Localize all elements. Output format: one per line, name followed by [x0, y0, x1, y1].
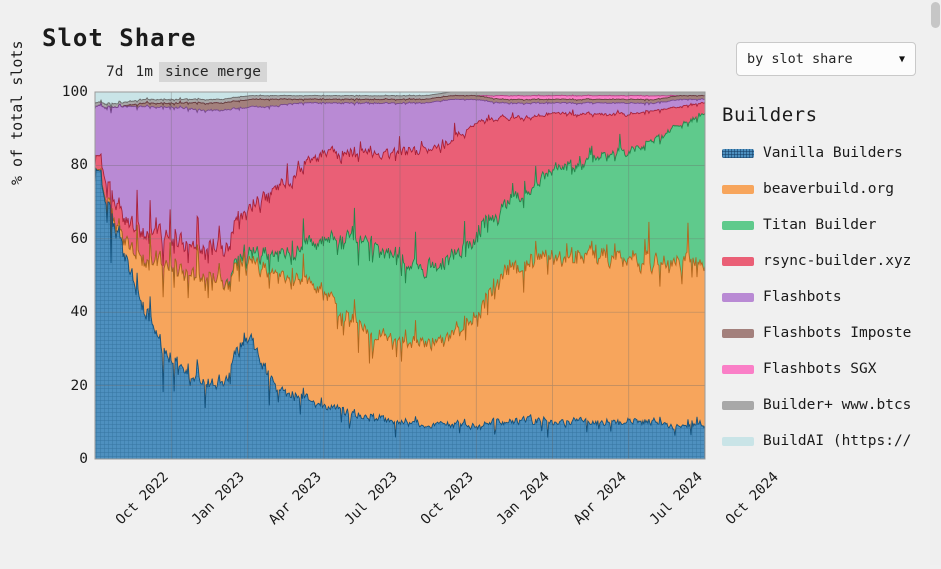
legend: Builders Vanilla Builders beaverbuild.org… — [722, 104, 941, 459]
legend-item[interactable]: Flashbots SGX — [722, 351, 941, 387]
x-axis-tick-label: Apr 2024 — [570, 469, 630, 528]
legend-item[interactable]: Builder+ www.btcs — [722, 387, 941, 423]
legend-rows: Vanilla Builders beaverbuild.org Titan Bui… — [722, 135, 941, 459]
scrollbar-thumb[interactable] — [931, 2, 940, 28]
x-axis-tick-label: Jul 2024 — [646, 469, 706, 528]
legend-swatch — [722, 220, 754, 230]
legend-item-label: Flashbots — [763, 289, 842, 305]
x-axis-tick-label: Apr 2023 — [265, 469, 325, 528]
slot-share-page: Slot Share 7d 1m since merge by slot sha… — [0, 0, 941, 565]
x-axis-tick-label: Oct 2024 — [722, 469, 782, 528]
legend-item[interactable]: Flashbots — [722, 279, 941, 315]
legend-item-label: beaverbuild.org — [763, 181, 894, 197]
legend-swatch — [722, 364, 754, 374]
legend-item[interactable]: Vanilla Builders — [722, 135, 941, 171]
legend-item-label: BuildAI (https:// — [763, 433, 912, 449]
legend-swatch — [722, 292, 754, 302]
x-axis-tick-label: Oct 2023 — [417, 469, 477, 528]
legend-swatch — [722, 184, 754, 194]
legend-item[interactable]: rsync-builder.xyz — [722, 243, 941, 279]
legend-item[interactable]: beaverbuild.org — [722, 171, 941, 207]
legend-item[interactable]: Titan Builder — [722, 207, 941, 243]
legend-swatch — [722, 148, 754, 158]
legend-item-label: rsync-builder.xyz — [763, 253, 912, 269]
legend-item[interactable]: BuildAI (https:// — [722, 423, 941, 459]
legend-item-label: Builder+ www.btcs — [763, 397, 912, 413]
legend-item-label: Vanilla Builders — [763, 145, 903, 161]
page-scrollbar[interactable] — [930, 0, 941, 565]
legend-swatch — [722, 328, 754, 338]
legend-item-label: Flashbots Imposte — [763, 325, 912, 341]
x-axis-tick-label: Oct 2022 — [112, 469, 172, 528]
legend-item[interactable]: Flashbots Imposte — [722, 315, 941, 351]
legend-item-label: Titan Builder — [763, 217, 877, 233]
legend-swatch — [722, 436, 754, 446]
legend-title: Builders — [722, 104, 818, 126]
x-axis-tick-label: Jul 2023 — [341, 469, 401, 528]
x-axis-tick-label: Jan 2023 — [189, 469, 249, 528]
x-axis-tick-label: Jan 2024 — [494, 469, 554, 528]
legend-item-label: Flashbots SGX — [763, 361, 877, 377]
legend-swatch — [722, 400, 754, 410]
legend-swatch — [722, 256, 754, 266]
